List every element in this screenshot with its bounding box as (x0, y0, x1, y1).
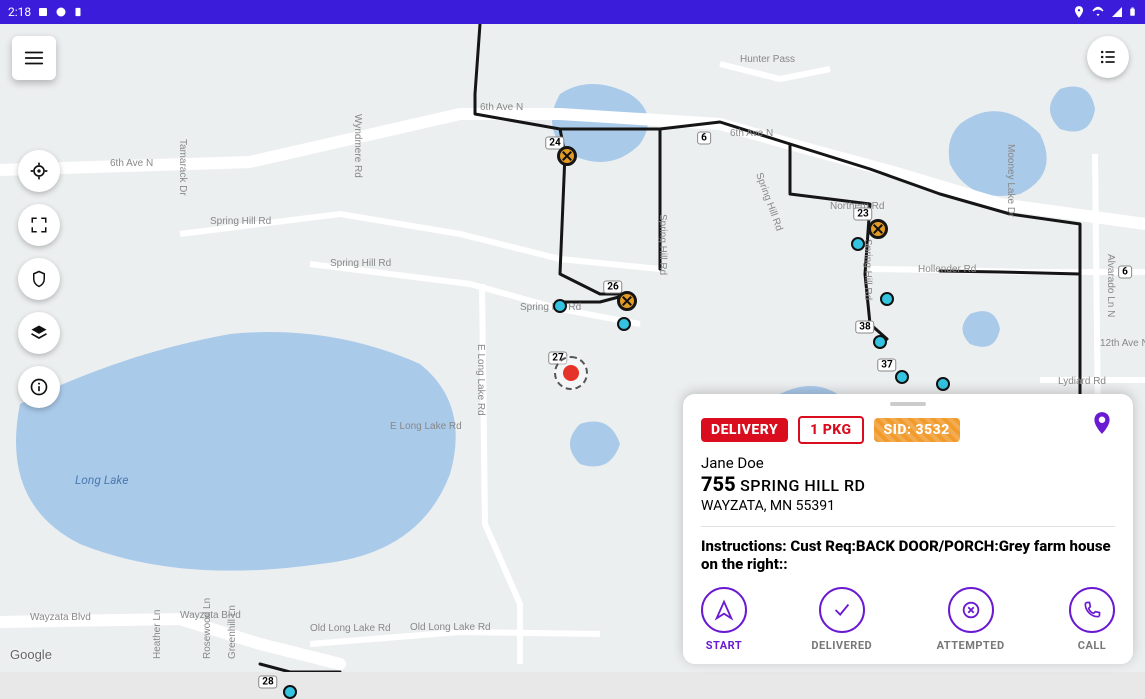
road-label: E Long Lake Rd (475, 344, 486, 416)
delivered-button[interactable]: DELIVERED (811, 587, 872, 652)
stop-marker-23[interactable] (868, 219, 888, 239)
road-label: Wayzata Blvd (30, 612, 91, 623)
road-label: 6th Ave N (110, 158, 153, 169)
road-label: Spring Hill Rd (210, 216, 271, 227)
route-shield: 6 (697, 132, 711, 145)
attempted-button[interactable]: ATTEMPTED (937, 587, 1005, 652)
stop-dot[interactable] (283, 685, 297, 699)
stop-dot[interactable] (873, 335, 887, 349)
stop-dot[interactable] (851, 237, 865, 251)
stop-dot[interactable] (553, 299, 567, 313)
sid-badge: SID: 3532 (874, 418, 960, 442)
street-name: SPRING HILL RD (736, 476, 866, 495)
road-label: Spring Hill Rd (520, 302, 581, 313)
road-label: Hollender Rd (918, 264, 976, 275)
stop-marker-26[interactable] (617, 291, 637, 311)
list-view-button[interactable] (1087, 36, 1129, 78)
location-icon (1072, 5, 1086, 19)
road-label: Greenhill Ln (227, 605, 238, 659)
road-label: Spring Hill Rd (862, 239, 873, 300)
wifi-icon (1090, 6, 1106, 18)
shield-icon (30, 270, 48, 288)
navigate-icon (713, 599, 735, 621)
x-circle-icon (960, 599, 982, 621)
road-label: Old Long Lake Rd (310, 623, 391, 634)
status-time: 2:18 (8, 5, 31, 19)
stop-dot[interactable] (880, 292, 894, 306)
layers-icon (29, 323, 49, 343)
road-label: Alvarado Ln N (1105, 254, 1116, 317)
menu-button[interactable] (12, 36, 56, 80)
phone-icon (1082, 600, 1102, 620)
road-label: Rosewood Ln (202, 598, 213, 659)
stop-dot[interactable] (936, 377, 950, 391)
notif-icon (73, 6, 83, 18)
action-label: START (706, 639, 742, 652)
road-label: 6th Ave N (480, 102, 523, 113)
action-label: ATTEMPTED (937, 639, 1005, 652)
check-icon (831, 599, 853, 621)
stop-dot[interactable] (617, 317, 631, 331)
stop-number[interactable]: 23 (853, 208, 872, 221)
road-label: Lydiard Rd (1058, 376, 1106, 387)
badge-row: DELIVERY 1 PKG SID: 3532 (701, 416, 1115, 444)
start-button[interactable]: START (701, 587, 747, 652)
road-label: Spring Hill Rd (330, 258, 391, 269)
road-label: 6th Ave N (730, 128, 773, 139)
stop-number[interactable]: 28 (258, 676, 277, 689)
delivery-card[interactable]: DELIVERY 1 PKG SID: 3532 Jane Doe 755 SP… (683, 394, 1133, 664)
instructions-label: Instructions: (701, 537, 790, 555)
stop-number[interactable]: 38 (855, 321, 874, 334)
action-row: START DELIVERED ATTEMPTED CALL (701, 587, 1115, 652)
delivery-badge: DELIVERY (701, 418, 788, 442)
stop-marker-24[interactable] (557, 146, 577, 166)
notif-icon (55, 6, 67, 18)
info-button[interactable] (18, 366, 60, 408)
road-label: Spring Hill Rd (657, 214, 668, 275)
info-icon (29, 377, 49, 397)
drag-handle[interactable] (890, 402, 926, 406)
android-status-bar: 2:18 (0, 0, 1145, 24)
package-count-badge: 1 PKG (798, 416, 863, 444)
road-label: 12th Ave N (1100, 338, 1145, 349)
current-stop-27[interactable] (554, 356, 588, 390)
customer-name: Jane Doe (701, 454, 1115, 472)
address-line: 755 SPRING HILL RD (701, 472, 1115, 496)
city-state-zip: WAYZATA, MN 55391 (701, 498, 1115, 514)
stop-dot[interactable] (895, 370, 909, 384)
battery-icon (1128, 5, 1137, 19)
road-label: Heather Ln (152, 610, 163, 659)
list-icon (1098, 47, 1118, 67)
expand-icon (30, 216, 48, 234)
stop-number[interactable]: 26 (603, 281, 622, 294)
location-pin-icon[interactable] (1089, 408, 1115, 438)
fullscreen-button[interactable] (18, 204, 60, 246)
instructions: Instructions: Cust Req:BACK DOOR/PORCH:G… (701, 526, 1115, 573)
road-label: Spring Hill Rd (753, 171, 784, 232)
notif-icon (37, 6, 49, 18)
action-label: DELIVERED (811, 639, 872, 652)
road-label: Mooney Lake Dr (1005, 144, 1016, 218)
road-label: Wyndmere Rd (352, 114, 363, 178)
signal-icon (1110, 6, 1124, 18)
call-button[interactable]: CALL (1069, 587, 1115, 652)
road-label: Old Long Lake Rd (410, 622, 491, 633)
stop-number[interactable]: 37 (877, 359, 896, 372)
my-location-button[interactable] (18, 150, 60, 192)
lake-label: Long Lake (75, 473, 128, 487)
zone-button[interactable] (18, 258, 60, 300)
hamburger-icon (23, 47, 45, 69)
road-label: Hunter Pass (740, 54, 795, 65)
road-label: Tamarack Dr (177, 139, 188, 196)
route-shield: 6 (1118, 266, 1132, 279)
street-number: 755 (701, 472, 736, 496)
action-label: CALL (1078, 639, 1107, 652)
crosshair-icon (29, 161, 49, 181)
google-attribution: Google (10, 647, 52, 662)
layers-button[interactable] (18, 312, 60, 354)
road-label: E Long Lake Rd (390, 421, 462, 432)
